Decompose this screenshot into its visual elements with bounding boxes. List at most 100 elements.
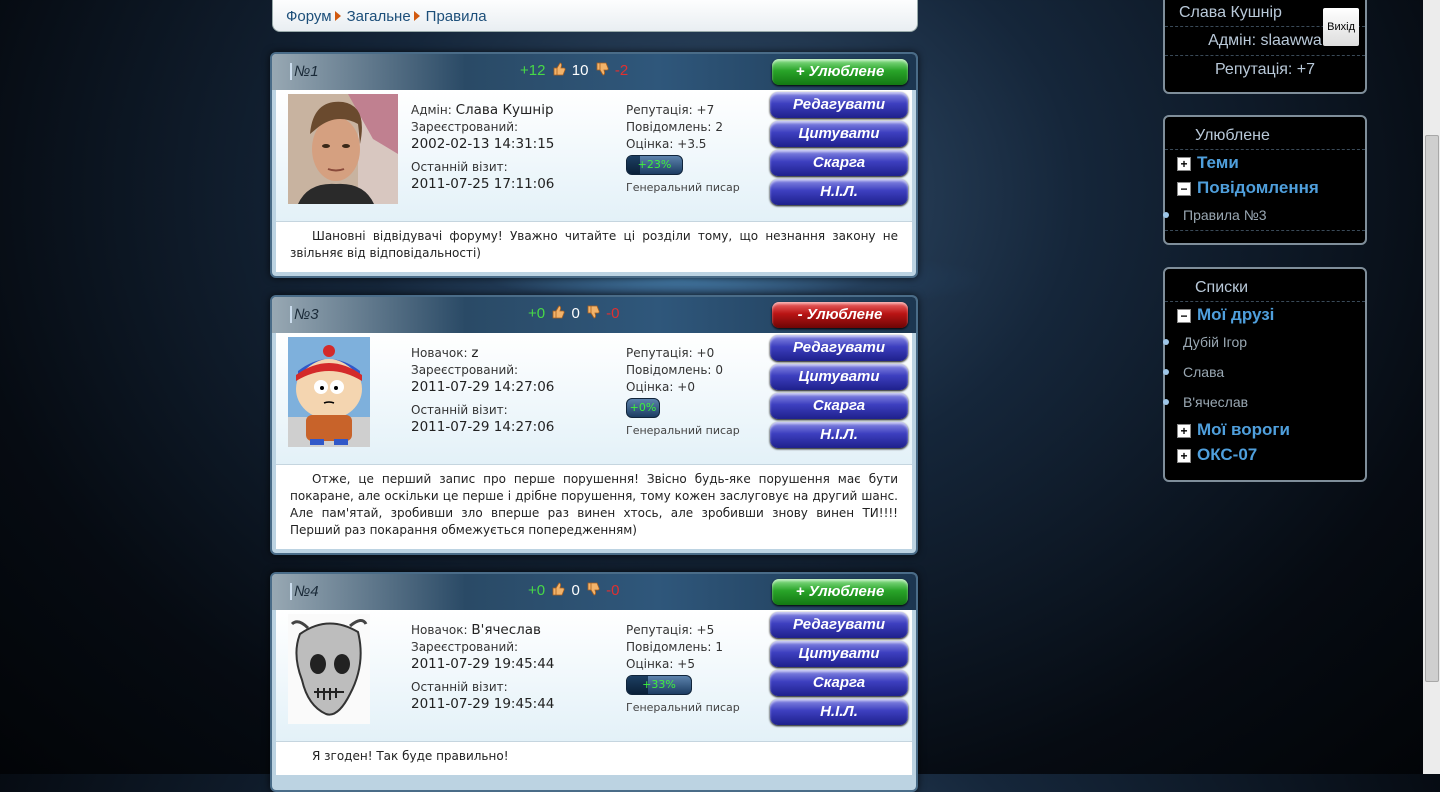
rating-progress-bar: +23%	[626, 155, 683, 175]
registered-label: Зареєстрований:	[411, 640, 519, 654]
scrollbar-thumb[interactable]	[1425, 135, 1439, 682]
post-text: Шановні відвідувачі форуму! Уважно читай…	[276, 221, 912, 272]
nil-button[interactable]: Н.І.Л.	[770, 699, 908, 725]
post-number: №4	[290, 583, 319, 600]
last-visit-label: Останній візит:	[411, 680, 508, 694]
last-visit-date: 2011-07-25 17:11:06	[411, 176, 555, 192]
registered-date: 2011-07-29 14:27:06	[411, 379, 555, 395]
quote-button[interactable]: Цитувати	[770, 364, 908, 390]
user-name[interactable]: Слава Кушнір	[1179, 4, 1282, 21]
thumbs-up-icon[interactable]	[551, 582, 565, 596]
registered-label: Зареєстрований:	[411, 363, 519, 377]
author-name[interactable]: z	[471, 345, 478, 361]
post-text: Отже, це перший запис про перше порушенн…	[276, 464, 912, 549]
rank-label: Генеральний писар	[626, 701, 740, 714]
complaint-button[interactable]: Скарга	[770, 393, 908, 419]
thumbs-down-icon[interactable]	[586, 305, 600, 319]
post-text: Я згоден! Так буде правильно!	[276, 741, 912, 775]
favorite-remove-button[interactable]: - Улюблене	[772, 302, 908, 328]
vote-count: 0	[571, 305, 580, 322]
post-header: №1 +12 10 -2 + Улюблене	[272, 54, 916, 90]
post-body: Новачок: В'ячеслав Зареєстрований: 2011-…	[276, 610, 912, 741]
edit-button[interactable]: Редагувати	[770, 92, 908, 118]
reputation-label: Репутація:	[626, 346, 693, 360]
complaint-button[interactable]: Скарга	[770, 670, 908, 696]
breadcrumb-general[interactable]: Загальне	[347, 8, 411, 25]
user-reputation: Репутація: +7	[1214, 61, 1316, 78]
favorite-add-button[interactable]: + Улюблене	[772, 579, 908, 605]
tree-oks[interactable]: + ОКС-07	[1165, 442, 1365, 467]
post-1: №1 +12 10 -2 + Улюблене Адмін: Слава Куш…	[270, 52, 918, 278]
avatar	[288, 614, 370, 724]
author-name[interactable]: Слава Кушнір	[456, 102, 554, 118]
vote-minus: -0	[606, 582, 620, 599]
post-body: Новачок: z Зареєстрований: 2011-07-29 14…	[276, 333, 912, 464]
favorite-add-button[interactable]: + Улюблене	[772, 59, 908, 85]
friend-item[interactable]: Дубій Ігор	[1163, 327, 1365, 357]
post-actions: Редагувати Цитувати Скарга Н.І.Л.	[770, 92, 908, 208]
expand-plus-icon[interactable]: +	[1177, 157, 1191, 171]
avatar	[288, 94, 398, 204]
favorite-item[interactable]: Правила №3	[1163, 200, 1365, 231]
last-visit-label: Останній візит:	[411, 160, 508, 174]
reputation-value: +7	[696, 103, 715, 117]
tree-topics[interactable]: + Теми	[1165, 150, 1365, 175]
post-number: №1	[290, 63, 319, 80]
messages-value: 1	[715, 640, 723, 654]
friend-item[interactable]: В'ячеслав	[1163, 387, 1365, 417]
logout-button[interactable]: Вихід	[1323, 8, 1359, 46]
quote-button[interactable]: Цитувати	[770, 641, 908, 667]
edit-button[interactable]: Редагувати	[770, 335, 908, 361]
expand-plus-icon[interactable]: +	[1177, 424, 1191, 438]
user-panel: Слава Кушнір Вихід Адмін: slaawwa Репута…	[1163, 0, 1367, 94]
quote-button[interactable]: Цитувати	[770, 121, 908, 147]
breadcrumb-arrow-icon	[413, 11, 420, 21]
friend-item[interactable]: Слава	[1163, 357, 1365, 387]
author-stats: Репутація: +7 Повідомлень: 2 Оцінка: +3.…	[626, 102, 740, 196]
rating-value: +0	[677, 380, 695, 394]
rating-progress-bar: +33%	[626, 675, 692, 695]
tree-friends[interactable]: − Мої друзі	[1165, 302, 1365, 327]
post-3: №3 +0 0 -0 - Улюблене Новачок: z Зареєст…	[270, 295, 918, 555]
expand-plus-icon[interactable]: +	[1177, 449, 1191, 463]
thumbs-up-icon[interactable]	[552, 62, 566, 76]
tree-messages[interactable]: − Повідомлення	[1165, 175, 1365, 200]
rating-progress-text: +33%	[642, 678, 676, 691]
breadcrumb-rules[interactable]: Правила	[426, 8, 487, 25]
author-name[interactable]: В'ячеслав	[471, 622, 541, 638]
user-name-row: Слава Кушнір Вихід	[1165, 0, 1365, 46]
reputation-label: Репутація:	[626, 623, 693, 637]
messages-label: Повідомлень:	[626, 120, 712, 134]
favorites-title: Улюблене	[1165, 127, 1365, 150]
vote-plus: +0	[528, 582, 546, 599]
author-role: Новачок:	[411, 623, 468, 637]
vote-minus: -0	[606, 305, 620, 322]
avatar	[288, 337, 370, 447]
thumbs-down-icon[interactable]	[595, 62, 609, 76]
collapse-minus-icon[interactable]: −	[1177, 309, 1191, 323]
tree-friends-label: Мої друзі	[1197, 305, 1275, 324]
registered-date: 2011-07-29 19:45:44	[411, 656, 555, 672]
reputation-value: +5	[696, 623, 715, 637]
scrollbar[interactable]	[1423, 0, 1440, 774]
breadcrumb-forum[interactable]: Форум	[286, 8, 332, 25]
nil-button[interactable]: Н.І.Л.	[770, 422, 908, 448]
vote-plus: +0	[528, 305, 546, 322]
lists-panel: Списки − Мої друзі Дубій Ігор Слава В'яче…	[1163, 267, 1367, 482]
vote-bar: +12 10 -2	[520, 62, 628, 79]
nil-button[interactable]: Н.І.Л.	[770, 179, 908, 205]
collapse-minus-icon[interactable]: −	[1177, 182, 1191, 196]
registered-label: Зареєстрований:	[411, 120, 519, 134]
thumbs-down-icon[interactable]	[586, 582, 600, 596]
thumbs-up-icon[interactable]	[551, 305, 565, 319]
post-4: №4 +0 0 -0 + Улюблене Новачок: В'ячеслав…	[270, 572, 918, 792]
author-stats: Репутація: +5 Повідомлень: 1 Оцінка: +5 …	[626, 622, 740, 716]
tree-topics-label: Теми	[1197, 153, 1239, 172]
messages-value: 0	[715, 363, 723, 377]
edit-button[interactable]: Редагувати	[770, 612, 908, 638]
reputation-label: Репутація:	[626, 103, 693, 117]
vote-minus: -2	[614, 62, 629, 79]
registered-date: 2002-02-13 14:31:15	[411, 136, 555, 152]
complaint-button[interactable]: Скарга	[770, 150, 908, 176]
tree-enemies[interactable]: + Мої вороги	[1165, 417, 1365, 442]
